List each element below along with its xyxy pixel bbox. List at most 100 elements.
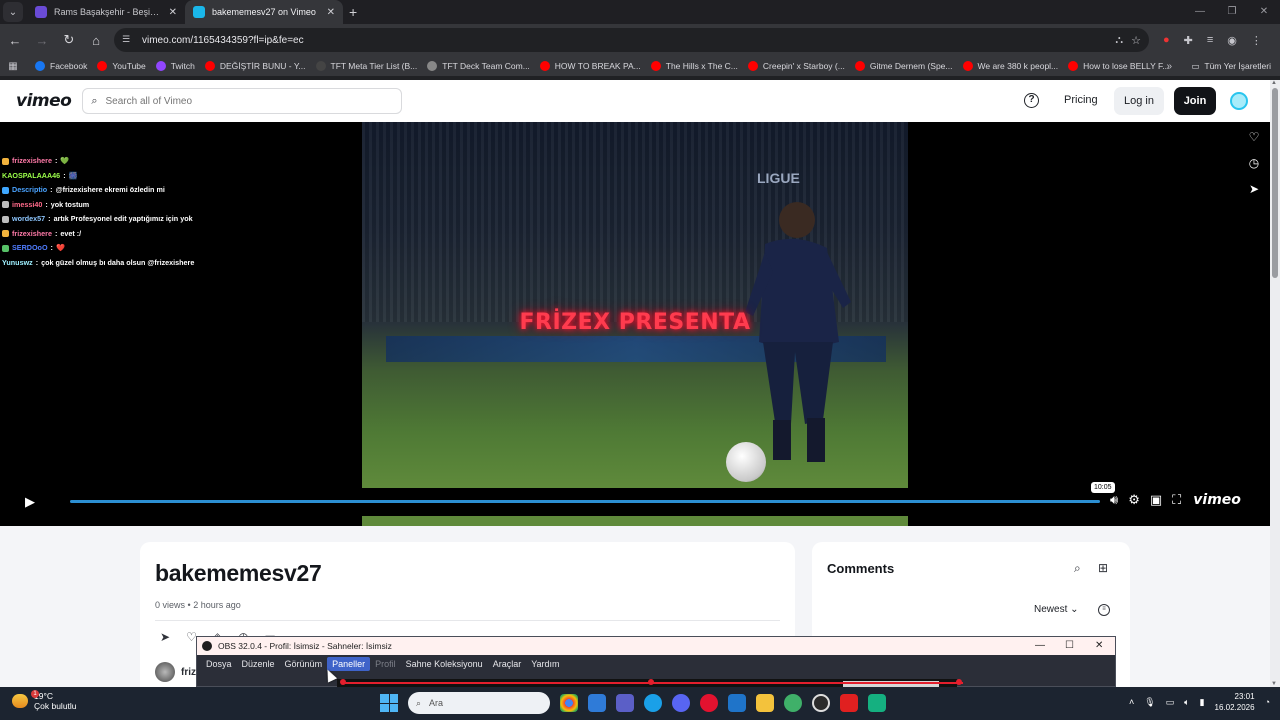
profile-avatar-icon[interactable]: ◉ xyxy=(1227,34,1237,47)
restore-icon[interactable]: ❐ xyxy=(1216,0,1248,24)
obs-close-icon[interactable]: ✕ xyxy=(1095,640,1103,651)
obs-titlebar[interactable]: OBS 32.0.4 - Profil: İsimsiz - Sahneler:… xyxy=(197,637,1115,655)
play-icon[interactable]: ▶ xyxy=(25,494,35,510)
obs-menu-item[interactable]: Yardım xyxy=(526,657,564,671)
close-window-icon[interactable]: ✕ xyxy=(1248,0,1280,24)
obs-handle[interactable] xyxy=(340,679,346,685)
share-send-icon[interactable]: ➤ xyxy=(1249,182,1259,196)
windows-start-icon[interactable] xyxy=(380,694,398,712)
home-icon[interactable]: ⌂ xyxy=(84,28,108,52)
video-owner[interactable]: friz xyxy=(155,662,196,682)
watch-later-clock-icon[interactable]: ◷ xyxy=(1249,156,1259,170)
login-button[interactable]: Log in xyxy=(1114,87,1164,115)
edge-icon[interactable] xyxy=(644,694,662,712)
discord-icon[interactable] xyxy=(672,694,690,712)
chrome-icon[interactable] xyxy=(560,694,578,712)
obs-menu-item[interactable]: Dosya xyxy=(201,657,237,671)
search-input[interactable] xyxy=(105,95,386,107)
chrome-profile-icon[interactable] xyxy=(784,694,802,712)
store-icon[interactable] xyxy=(588,694,606,712)
comments-filter-icon[interactable]: ≡ xyxy=(1098,604,1110,616)
opera-icon[interactable] xyxy=(700,694,718,712)
new-tab-button[interactable]: + xyxy=(343,4,365,24)
comments-search-icon[interactable]: ⌕ xyxy=(1074,561,1081,576)
bookmark-item[interactable]: Gitme Dernem (Spe... xyxy=(854,61,953,71)
obs-menu-item[interactable]: Sahne Koleksiyonu xyxy=(401,657,488,671)
bookmark-item[interactable]: Facebook xyxy=(35,61,87,71)
tab-search-icon[interactable]: ⌄ xyxy=(3,2,23,22)
scroll-up-icon[interactable]: ▲ xyxy=(1271,80,1277,86)
youtube-music-icon[interactable] xyxy=(840,694,858,712)
pricing-link[interactable]: Pricing xyxy=(1064,94,1098,106)
file-explorer-icon[interactable] xyxy=(756,694,774,712)
progress-bar[interactable] xyxy=(70,500,1100,503)
extension-red-icon[interactable]: ● xyxy=(1163,34,1170,46)
site-info-icon[interactable]: ☰ xyxy=(122,34,134,46)
fullscreen-icon[interactable]: ⛶ xyxy=(1172,492,1181,508)
obs-maximize-icon[interactable]: ☐ xyxy=(1065,640,1074,651)
url-text[interactable]: vimeo.com/1165434359?fl=ip&fe=ec xyxy=(142,35,1107,46)
tab-close-icon[interactable]: ✕ xyxy=(327,7,335,18)
join-button[interactable]: Join xyxy=(1174,87,1216,115)
tray-overflow-icon[interactable]: ˄ xyxy=(1129,697,1134,707)
bookmarks-overflow-icon[interactable]: » xyxy=(1166,61,1172,72)
like-heart-icon[interactable]: ♡ xyxy=(1249,130,1260,144)
mail-icon[interactable] xyxy=(728,694,746,712)
bookmark-star-icon[interactable]: ☆ xyxy=(1131,34,1141,47)
obs-taskbar-icon[interactable] xyxy=(812,694,830,712)
network-icon[interactable]: ▭ xyxy=(1166,697,1175,708)
app-green-icon[interactable] xyxy=(868,694,886,712)
picture-in-picture-icon[interactable]: ▣ xyxy=(1150,492,1162,508)
teams-icon[interactable] xyxy=(616,694,634,712)
microphone-icon[interactable]: 🎙︎ xyxy=(1144,697,1155,708)
bookmark-item[interactable]: The Hills x The C... xyxy=(650,61,738,71)
speaker-icon[interactable]: 🔈︎ xyxy=(1184,697,1189,708)
obs-minimize-icon[interactable]: — xyxy=(1035,640,1045,651)
translate-icon[interactable]: ⛬ xyxy=(1115,34,1123,47)
bookmark-item[interactable]: DEĞİŞTİR BUNU - Y... xyxy=(204,61,306,71)
bookmark-item[interactable]: YouTube xyxy=(97,61,146,71)
battery-icon[interactable]: ▮ xyxy=(1200,697,1205,708)
obs-handle[interactable] xyxy=(648,679,654,685)
owner-name[interactable]: friz xyxy=(181,667,196,678)
bookmark-item[interactable]: TFT Deck Team Com... xyxy=(427,61,530,71)
video-player[interactable]: LIGUE FRİZEX PRESENTA frizexishere: 💚 KAOS… xyxy=(0,122,1270,526)
bookmark-item[interactable]: HOW TO BREAK PA... xyxy=(539,61,641,71)
reload-icon[interactable]: ↻ xyxy=(57,28,81,52)
taskbar-search[interactable]: ⌕ Ara xyxy=(408,692,550,714)
apps-grid-icon[interactable]: ▦ xyxy=(3,61,23,72)
bookmark-item[interactable]: Creepin' x Starboy (... xyxy=(747,61,845,71)
obs-menu-item[interactable]: Görünüm xyxy=(280,657,328,671)
scrollbar-thumb[interactable] xyxy=(1272,88,1278,278)
bookmark-item[interactable]: Twitch xyxy=(155,61,195,71)
owner-avatar[interactable] xyxy=(155,662,175,682)
tab-vimeo[interactable]: bakememesv27 on Vimeo ✕ xyxy=(185,0,343,24)
obs-handle[interactable] xyxy=(956,679,962,685)
media-controls-icon[interactable]: ≡ xyxy=(1207,34,1213,46)
vimeo-logo[interactable]: vimeo xyxy=(16,91,72,111)
address-bar[interactable]: ☰ vimeo.com/1165434359?fl=ip&fe=ec ⛬ ☆ xyxy=(114,28,1149,52)
browser-menu-icon[interactable]: ⋮ xyxy=(1251,34,1262,47)
extensions-puzzle-icon[interactable]: ✚ xyxy=(1184,34,1193,47)
vimeo-watermark[interactable]: vimeo xyxy=(1193,492,1241,508)
forward-icon[interactable]: → xyxy=(30,28,54,52)
all-bookmarks[interactable]: ▭ Tüm Yer İşaretleri xyxy=(1191,61,1271,72)
obs-menu-item[interactable]: Düzenle xyxy=(237,657,280,671)
back-icon[interactable]: ← xyxy=(3,28,27,52)
tab-rams-besiktas[interactable]: Rams Başakşehir - Beşiktaş Ma ✕ xyxy=(27,0,185,24)
obs-menu-item[interactable]: Araçlar xyxy=(488,657,527,671)
video-frame[interactable]: LIGUE FRİZEX PRESENTA xyxy=(362,122,908,488)
obs-menu-item[interactable]: Paneller xyxy=(327,657,371,671)
help-icon[interactable]: ? xyxy=(1024,93,1039,108)
bookmark-item[interactable]: How to lose BELLY F... xyxy=(1068,61,1169,71)
share-icon[interactable]: ➤ xyxy=(160,630,170,644)
tab-close-icon[interactable]: ✕ xyxy=(169,7,177,18)
settings-gear-icon[interactable]: ⚙ xyxy=(1128,492,1140,508)
bookmark-item[interactable]: TFT Meta Tier List (B... xyxy=(315,61,417,71)
obs-menu-item[interactable]: Profil xyxy=(370,657,401,671)
vimeo-search[interactable]: ⌕ xyxy=(82,88,403,114)
notifications-icon[interactable]: ◔ xyxy=(1265,697,1270,707)
clock[interactable]: 23:01 16.02.2026 xyxy=(1215,691,1255,713)
comments-expand-icon[interactable]: ⊞ xyxy=(1098,561,1108,575)
page-scrollbar[interactable]: ▲ ▼ xyxy=(1270,80,1280,687)
